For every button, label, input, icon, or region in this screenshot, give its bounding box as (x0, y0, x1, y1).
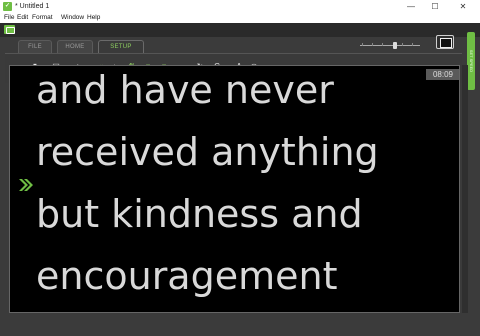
slider-tick (412, 43, 413, 46)
menu-format[interactable]: Format (32, 13, 53, 23)
app-logo-icon: ✓ (3, 2, 12, 11)
speed-side-tab[interactable]: SET SPEED (467, 32, 475, 90)
present-monitor-button[interactable] (436, 35, 454, 49)
script-line: encouragement (36, 254, 338, 298)
menu-bar: File Edit Format Window Help (0, 13, 480, 23)
tab-setup[interactable]: SETUP (98, 40, 144, 53)
quick-window-icon[interactable] (4, 25, 15, 34)
slider-tick (362, 43, 363, 46)
stage-scrollbar[interactable] (462, 65, 468, 313)
elapsed-timer: 08:09 (426, 69, 459, 80)
quick-access-bar (0, 23, 480, 37)
minimize-button[interactable]: — (400, 0, 422, 13)
title-bar: ✓ * Untitled 1 — ☐ ✕ (0, 0, 480, 13)
prompter-stage: 08:09 and have never received anything b… (9, 65, 460, 313)
script-line: received anything (36, 130, 379, 174)
side-tab-label: SET SPEED (469, 49, 474, 73)
menu-file[interactable]: File (4, 13, 14, 23)
menu-edit[interactable]: Edit (17, 13, 28, 23)
slider-tick (382, 43, 383, 46)
slider-tick (402, 43, 403, 46)
cue-arrow-icon[interactable] (18, 177, 34, 193)
tab-home[interactable]: HOME (57, 40, 93, 53)
menu-help[interactable]: Help (87, 13, 100, 23)
script-line: and have never (36, 68, 334, 112)
menu-window[interactable]: Window (61, 13, 84, 23)
tab-file[interactable]: FILE (18, 40, 52, 53)
window-title: * Untitled 1 (15, 3, 50, 10)
script-line: but kindness and (36, 192, 363, 236)
app-window: ✓ * Untitled 1 — ☐ ✕ File Edit Format Wi… (0, 0, 480, 336)
speed-slider-handle[interactable] (393, 42, 397, 49)
maximize-button[interactable]: ☐ (424, 0, 446, 13)
speed-slider-track[interactable] (360, 45, 420, 46)
slider-tick (372, 43, 373, 46)
close-button[interactable]: ✕ (452, 0, 474, 13)
